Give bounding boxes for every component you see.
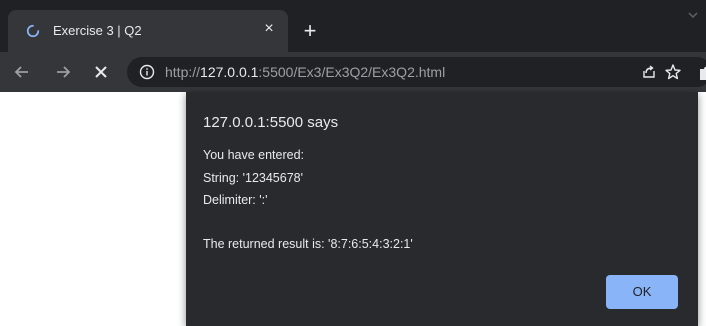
- info-icon[interactable]: [139, 64, 155, 80]
- toolbar: http://127.0.0.1:5500/Ex3/Ex3Q2/Ex3Q2.ht…: [0, 52, 706, 92]
- alert-dialog: 127.0.0.1:5500 says You have entered: St…: [186, 92, 698, 326]
- share-icon[interactable]: [640, 63, 658, 81]
- dialog-message-line: The returned result is: '8:7:6:5:4:3:2:1…: [203, 237, 413, 251]
- tab-close-button[interactable]: ×: [259, 19, 279, 39]
- dialog-message-line: You have entered:: [203, 148, 305, 162]
- dialog-message-line: String: '12345678': [203, 171, 303, 185]
- forward-button[interactable]: [49, 58, 77, 86]
- star-icon[interactable]: [664, 63, 682, 81]
- tab-strip: Exercise 3 | Q2 × +: [0, 0, 706, 52]
- browser-window: Exercise 3 | Q2 × + http://127.0.0.1:550…: [0, 0, 706, 326]
- dialog-title: 127.0.0.1:5500 says: [203, 114, 339, 131]
- active-tab[interactable]: Exercise 3 | Q2 ×: [8, 10, 288, 52]
- url-host: 127.0.0.1: [200, 64, 259, 80]
- new-tab-button[interactable]: +: [297, 19, 323, 45]
- url-text: http://127.0.0.1:5500/Ex3/Ex3Q2/Ex3Q2.ht…: [165, 64, 445, 80]
- chevron-down-icon[interactable]: [686, 8, 700, 22]
- arrow-left-icon: [14, 66, 28, 78]
- puzzle-icon[interactable]: [698, 63, 706, 81]
- arrow-right-icon: [57, 66, 71, 78]
- url-path: :5500/Ex3/Ex3Q2/Ex3Q2.html: [258, 64, 446, 80]
- url-scheme: http://: [165, 64, 201, 80]
- back-button[interactable]: [8, 58, 36, 86]
- close-icon: [95, 66, 107, 78]
- ok-button[interactable]: OK: [606, 275, 678, 309]
- dialog-message-line: Delimiter: ':': [203, 193, 268, 207]
- stop-loading-button[interactable]: [87, 58, 115, 86]
- tab-title: Exercise 3 | Q2: [53, 23, 142, 38]
- loading-spinner-icon: [26, 24, 40, 38]
- address-bar[interactable]: http://127.0.0.1:5500/Ex3/Ex3Q2/Ex3Q2.ht…: [127, 57, 706, 87]
